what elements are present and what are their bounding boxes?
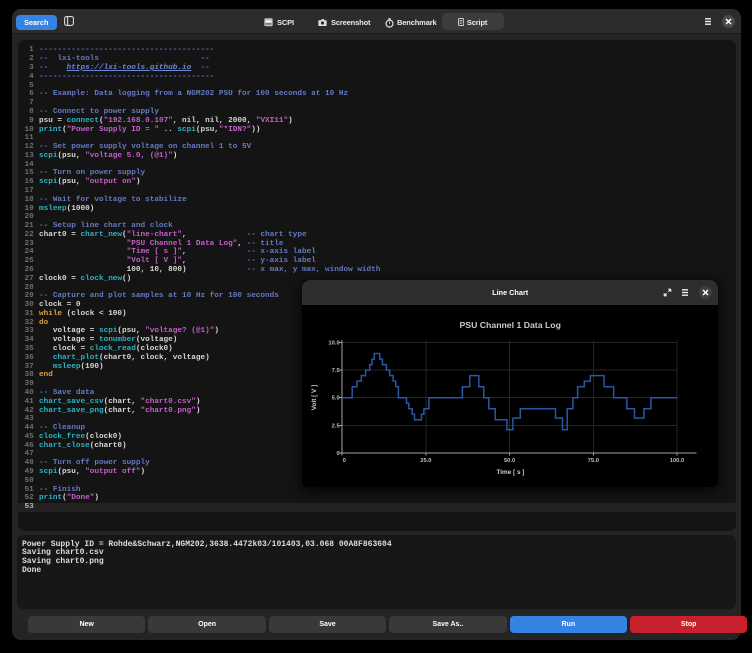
- svg-text:0: 0: [337, 450, 340, 456]
- svg-text:50.0: 50.0: [504, 457, 515, 463]
- svg-text:100.0: 100.0: [670, 457, 685, 463]
- svg-text:7.5: 7.5: [332, 368, 341, 374]
- svg-text:25.0: 25.0: [421, 457, 432, 463]
- svg-text:0: 0: [343, 457, 346, 463]
- svg-text:Volt [ V ]: Volt [ V ]: [311, 384, 318, 409]
- svg-text:10.0: 10.0: [329, 340, 340, 346]
- svg-text:75.0: 75.0: [588, 457, 599, 463]
- svg-text:Time [ s ]: Time [ s ]: [497, 469, 525, 476]
- svg-text:2.5: 2.5: [332, 423, 341, 429]
- svg-text:5.0: 5.0: [332, 395, 340, 401]
